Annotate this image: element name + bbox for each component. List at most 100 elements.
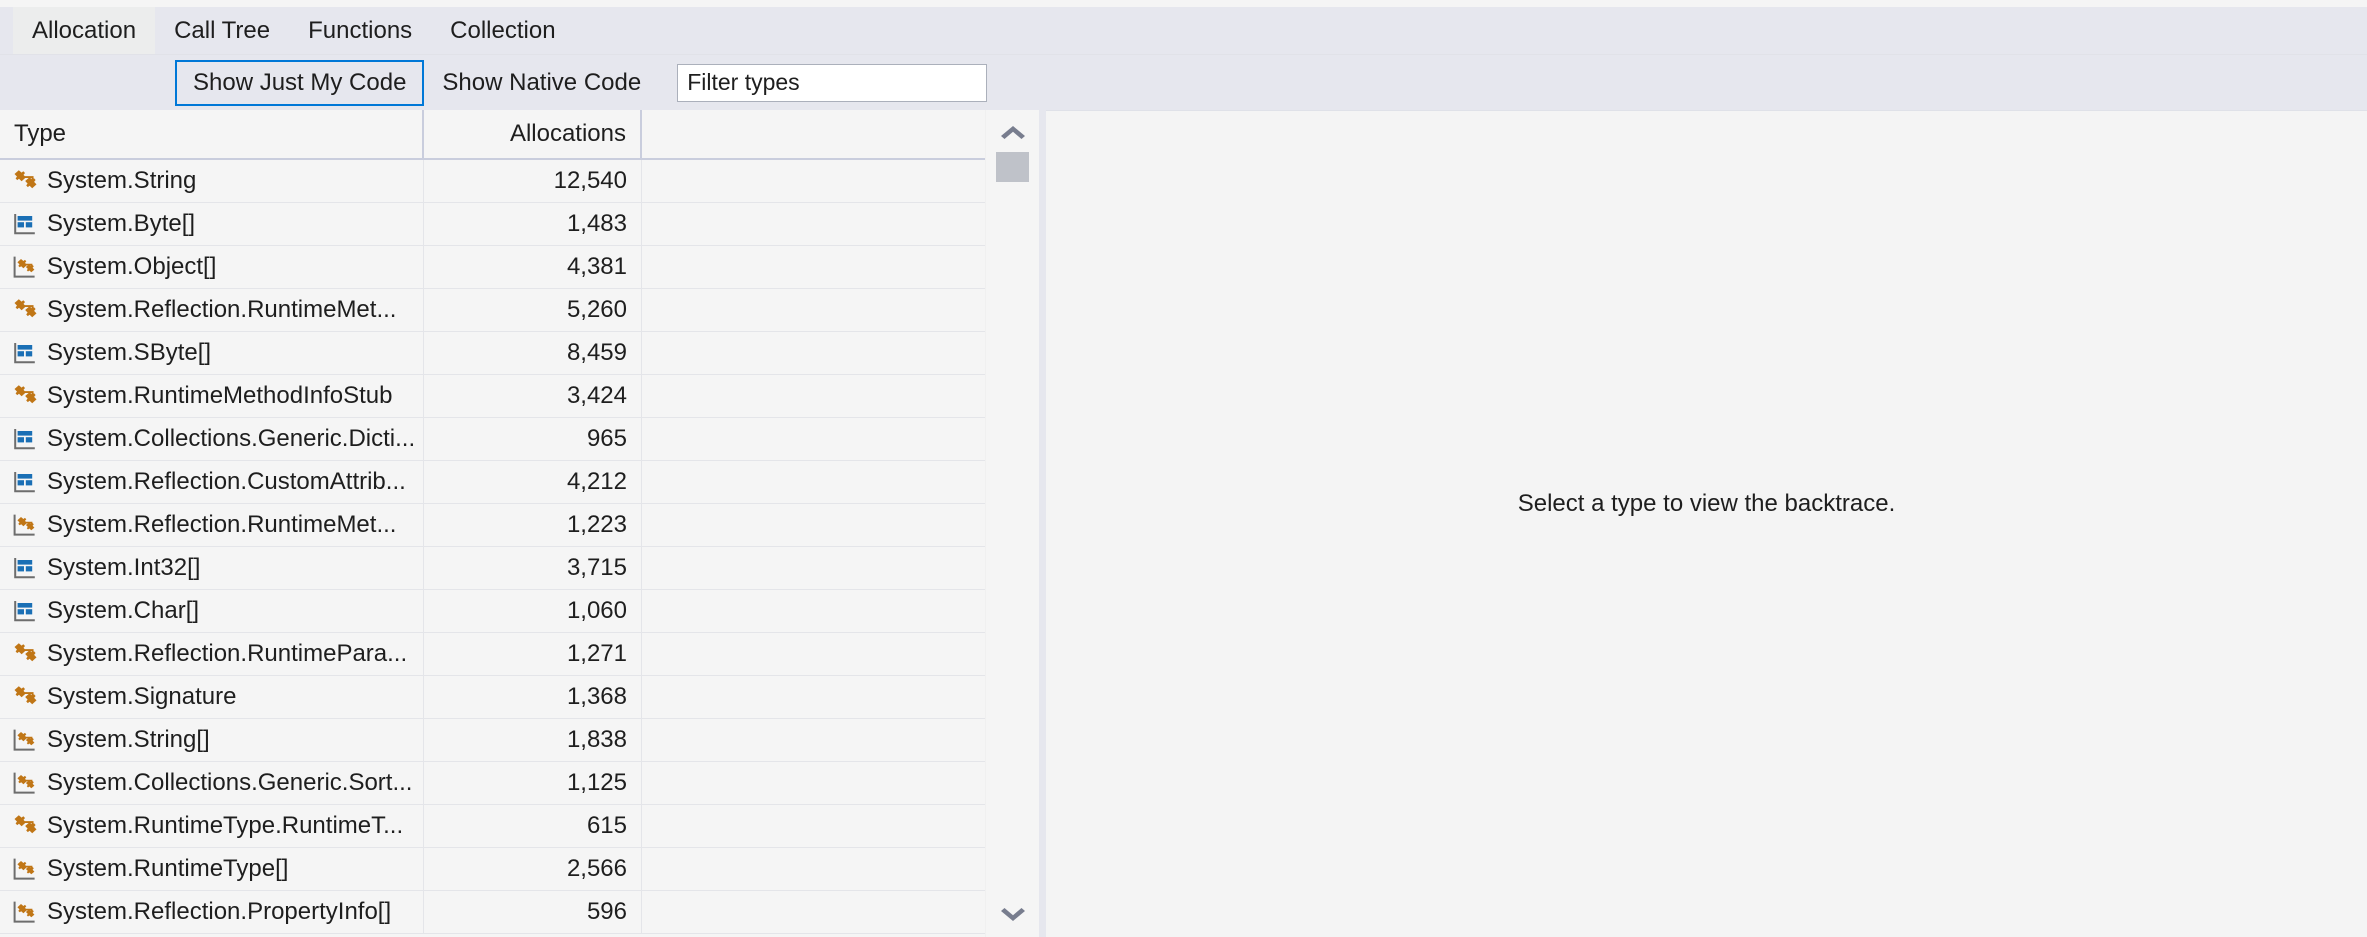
cell-blank[interactable]: [642, 504, 985, 546]
cell-allocations[interactable]: 1,125: [424, 762, 642, 804]
column-header-allocations[interactable]: Allocations: [424, 110, 642, 158]
cell-allocations[interactable]: 1,368: [424, 676, 642, 718]
cell-type[interactable]: System.Reflection.CustomAttrib...: [0, 461, 424, 503]
cell-blank[interactable]: [642, 676, 985, 718]
table-row[interactable]: System.Reflection.RuntimeMet... 5,260: [0, 289, 985, 332]
cell-blank[interactable]: [642, 633, 985, 675]
chevron-up-icon: [1000, 126, 1025, 139]
cell-type[interactable]: System.Reflection.RuntimeMet...: [0, 504, 424, 546]
table-row[interactable]: System.String 12,540: [0, 160, 985, 203]
cell-allocations[interactable]: 965: [424, 418, 642, 460]
table-row[interactable]: System.Object[] 4,381: [0, 246, 985, 289]
cell-allocations[interactable]: 3,715: [424, 547, 642, 589]
cell-type[interactable]: System.Collections.Generic.Sort...: [0, 762, 424, 804]
cell-type[interactable]: System.String[]: [0, 719, 424, 761]
table-row[interactable]: System.SByte[] 8,459: [0, 332, 985, 375]
cell-allocations[interactable]: 1,838: [424, 719, 642, 761]
cell-blank[interactable]: [642, 332, 985, 374]
cell-allocations[interactable]: 2,566: [424, 848, 642, 890]
table-row[interactable]: System.Collections.Generic.Dicti... 965: [0, 418, 985, 461]
type-name-label: System.RuntimeType[]: [47, 855, 289, 882]
table-row[interactable]: System.Reflection.CustomAttrib... 4,212: [0, 461, 985, 504]
cell-blank[interactable]: [642, 719, 985, 761]
scrollbar-track[interactable]: [986, 152, 1039, 895]
cell-type[interactable]: System.Reflection.PropertyInfo[]: [0, 891, 424, 933]
tab-functions[interactable]: Functions: [289, 7, 431, 54]
cell-type[interactable]: System.Object[]: [0, 246, 424, 288]
show-native-code-button[interactable]: Show Native Code: [424, 60, 659, 106]
table-row[interactable]: System.Signature 1,368: [0, 676, 985, 719]
cell-blank[interactable]: [642, 891, 985, 933]
cell-blank[interactable]: [642, 805, 985, 847]
cell-allocations[interactable]: 8,459: [424, 332, 642, 374]
cell-allocations[interactable]: 1,483: [424, 203, 642, 245]
cell-blank[interactable]: [642, 289, 985, 331]
cell-type[interactable]: System.RuntimeType[]: [0, 848, 424, 890]
types-grid-scrollbar[interactable]: [985, 110, 1039, 937]
cell-allocations[interactable]: 4,381: [424, 246, 642, 288]
allocations-value: 3,715: [566, 554, 627, 581]
table-row[interactable]: System.RuntimeMethodInfoStub 3,424: [0, 375, 985, 418]
table-row[interactable]: System.Reflection.PropertyInfo[] 596: [0, 891, 985, 934]
filter-types-input[interactable]: [677, 63, 988, 102]
cell-type[interactable]: System.RuntimeType.RuntimeT...: [0, 805, 424, 847]
cell-blank[interactable]: [642, 246, 985, 288]
cell-allocations[interactable]: 1,223: [424, 504, 642, 546]
cell-allocations[interactable]: 3,424: [424, 375, 642, 417]
cell-allocations[interactable]: 12,540: [424, 160, 642, 202]
cell-blank[interactable]: [642, 590, 985, 632]
cell-blank[interactable]: [642, 547, 985, 589]
cell-type[interactable]: System.Reflection.RuntimeMet...: [0, 289, 424, 331]
tab-call-tree[interactable]: Call Tree: [155, 7, 289, 54]
cell-type[interactable]: System.Collections.Generic.Dicti...: [0, 418, 424, 460]
column-header-type-label: Type: [14, 120, 67, 147]
tab-allocation[interactable]: Allocation: [13, 7, 156, 54]
scrollbar-thumb[interactable]: [996, 152, 1029, 182]
cell-allocations[interactable]: 615: [424, 805, 642, 847]
cell-blank[interactable]: [642, 160, 985, 202]
cell-type[interactable]: System.Reflection.RuntimePara...: [0, 633, 424, 675]
show-native-code-label: Show Native Code: [442, 68, 642, 96]
cell-blank[interactable]: [642, 418, 985, 460]
cell-type[interactable]: System.Signature: [0, 676, 424, 718]
cell-blank[interactable]: [642, 375, 985, 417]
type-name-label: System.Signature: [47, 683, 237, 710]
table-row[interactable]: System.String[] 1,838: [0, 719, 985, 762]
cell-blank[interactable]: [642, 203, 985, 245]
grid-header-row: Type Allocations: [0, 110, 985, 160]
cell-allocations[interactable]: 1,271: [424, 633, 642, 675]
table-row[interactable]: System.Reflection.RuntimeMet... 1,223: [0, 504, 985, 547]
pane-divider[interactable]: [1039, 110, 1046, 937]
cell-type[interactable]: System.String: [0, 160, 424, 202]
class-icon: [14, 299, 37, 318]
scroll-up-button[interactable]: [986, 110, 1039, 152]
backtrace-pane: Select a type to view the backtrace.: [1046, 110, 2367, 937]
show-just-my-code-button[interactable]: Show Just My Code: [175, 59, 425, 106]
cell-allocations[interactable]: 5,260: [424, 289, 642, 331]
cell-type[interactable]: System.SByte[]: [0, 332, 424, 374]
cell-allocations[interactable]: 4,212: [424, 461, 642, 503]
cell-blank[interactable]: [642, 848, 985, 890]
cell-type[interactable]: System.Byte[]: [0, 203, 424, 245]
table-row[interactable]: System.Int32[] 3,715: [0, 547, 985, 590]
cell-type[interactable]: System.RuntimeMethodInfoStub: [0, 375, 424, 417]
table-row[interactable]: System.Byte[] 1,483: [0, 203, 985, 246]
cell-blank[interactable]: [642, 461, 985, 503]
table-row[interactable]: System.RuntimeType[] 2,566: [0, 848, 985, 891]
class-icon: [14, 643, 37, 662]
cell-allocations[interactable]: 1,060: [424, 590, 642, 632]
tab-collection[interactable]: Collection: [431, 7, 574, 54]
cell-type[interactable]: System.Char[]: [0, 590, 424, 632]
column-header-type[interactable]: Type: [0, 110, 424, 158]
cell-allocations[interactable]: 596: [424, 891, 642, 933]
type-name-label: System.String: [47, 167, 197, 194]
column-header-blank[interactable]: [642, 110, 985, 158]
allocations-value: 12,540: [553, 167, 627, 194]
table-row[interactable]: System.Collections.Generic.Sort... 1,125: [0, 762, 985, 805]
table-row[interactable]: System.Char[] 1,060: [0, 590, 985, 633]
scroll-down-button[interactable]: [986, 895, 1039, 937]
table-row[interactable]: System.Reflection.RuntimePara... 1,271: [0, 633, 985, 676]
table-row[interactable]: System.RuntimeType.RuntimeT... 615: [0, 805, 985, 848]
cell-blank[interactable]: [642, 762, 985, 804]
cell-type[interactable]: System.Int32[]: [0, 547, 424, 589]
